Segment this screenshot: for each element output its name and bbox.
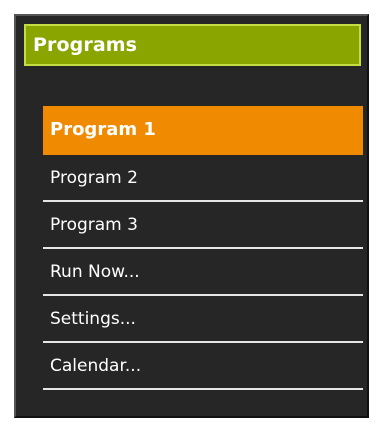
menu-item-calendar[interactable]: Calendar... bbox=[43, 343, 363, 390]
menu-item-run-now[interactable]: Run Now... bbox=[43, 249, 363, 296]
panel-title: Programs bbox=[33, 34, 138, 56]
menu-item-program-1[interactable]: Program 1 bbox=[43, 106, 363, 155]
programs-menu: Program 1 Program 2 Program 3 Run Now...… bbox=[43, 106, 363, 390]
menu-item-program-3[interactable]: Program 3 bbox=[43, 202, 363, 249]
programs-panel: Programs Program 1 Program 2 Program 3 R… bbox=[14, 14, 369, 418]
menu-item-settings[interactable]: Settings... bbox=[43, 296, 363, 343]
panel-header: Programs bbox=[24, 24, 361, 66]
menu-item-program-2[interactable]: Program 2 bbox=[43, 155, 363, 202]
